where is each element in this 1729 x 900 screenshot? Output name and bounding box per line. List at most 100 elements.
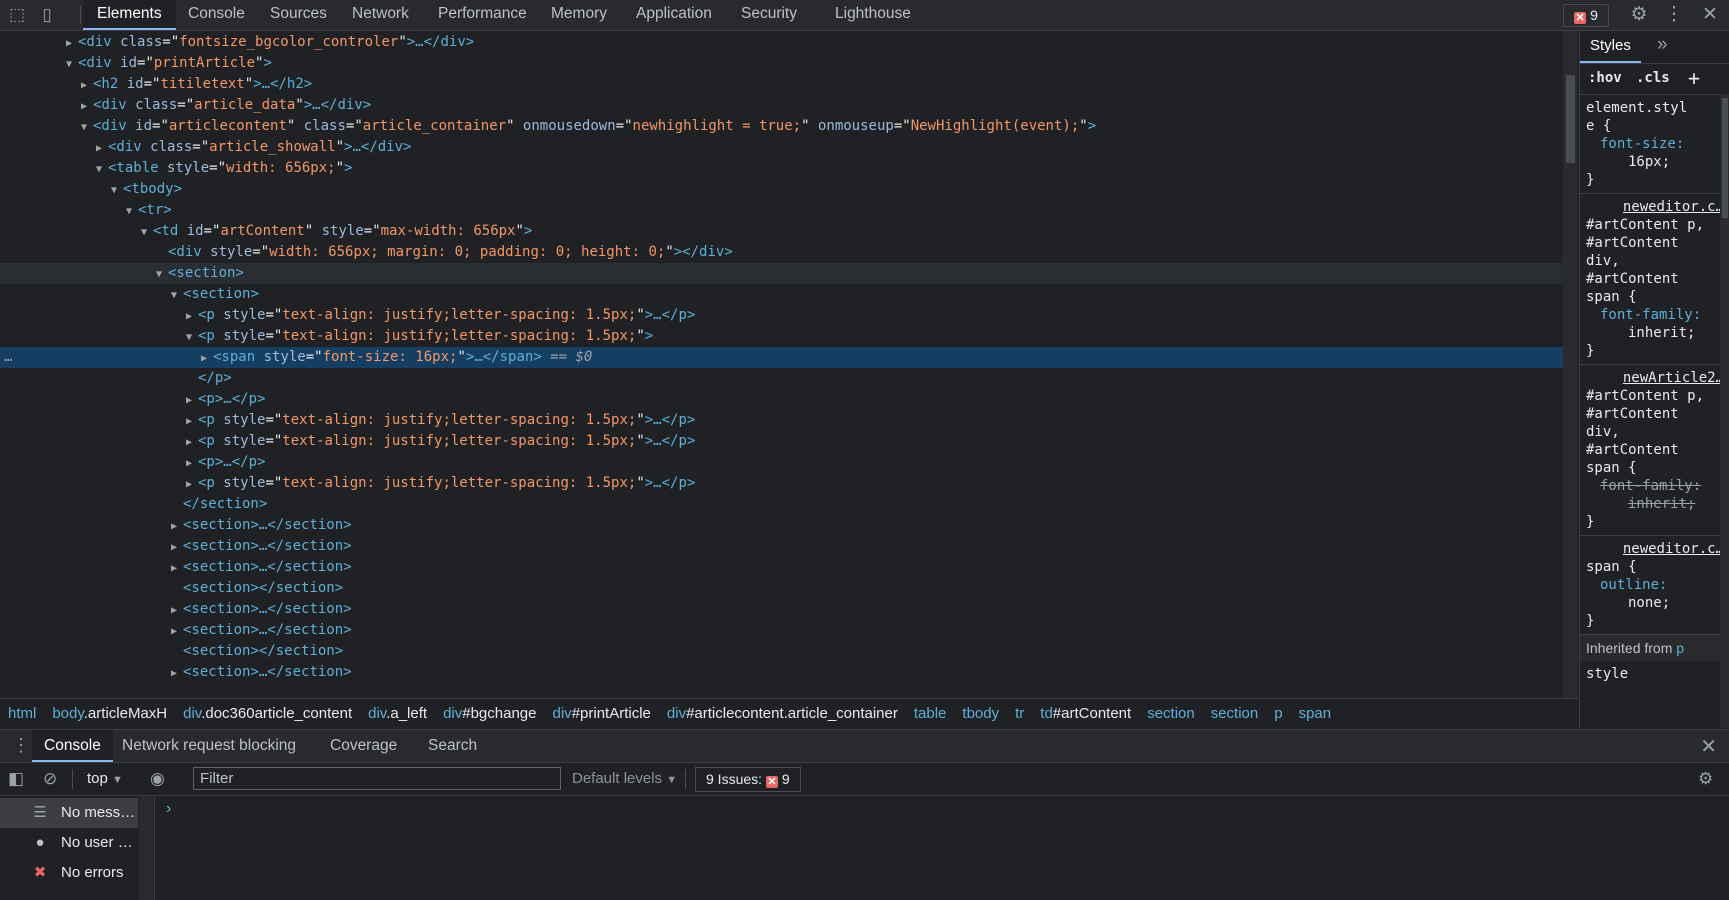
clear-console-icon[interactable]: ⊘ bbox=[43, 768, 57, 790]
tab-elements[interactable]: Elements bbox=[83, 0, 176, 30]
expand-triangle-icon[interactable]: ▶ bbox=[66, 33, 78, 54]
expand-triangle-icon[interactable]: ▶ bbox=[171, 558, 183, 579]
collapse-triangle-icon[interactable]: ▼ bbox=[141, 222, 153, 243]
dom-node-row[interactable]: <section></section> bbox=[0, 641, 1563, 662]
tag-attribute[interactable]: style="text-align: justify;letter-spacin… bbox=[215, 475, 644, 491]
style-rule[interactable]: newArticle2… #artContent p, #artContent d… bbox=[1580, 365, 1729, 536]
console-filter-input[interactable] bbox=[193, 767, 561, 790]
tag-attribute[interactable]: style="width: 656px;" bbox=[159, 160, 344, 176]
tag-attribute[interactable]: style="text-align: justify;letter-spacin… bbox=[215, 412, 644, 428]
inspect-element-icon[interactable]: ⬚ bbox=[6, 4, 28, 26]
style-property[interactable]: outline: none; bbox=[1586, 576, 1724, 612]
live-expression-eye-icon[interactable]: ◉ bbox=[150, 768, 165, 790]
expand-triangle-icon[interactable]: ▶ bbox=[186, 432, 198, 453]
tag-attribute[interactable]: class="article_showall" bbox=[142, 139, 344, 155]
tag-attribute[interactable]: onmouseup="NewHighlight(event);" bbox=[810, 118, 1088, 134]
collapse-triangle-icon[interactable]: ▼ bbox=[171, 285, 183, 306]
more-options-icon[interactable]: ⋮ bbox=[1662, 2, 1686, 28]
tag-attribute[interactable]: id="artContent" bbox=[178, 223, 313, 239]
dom-node-row[interactable]: ▶ <p style="text-align: justify;letter-sp… bbox=[0, 410, 1563, 431]
expand-triangle-icon[interactable]: ▶ bbox=[171, 663, 183, 684]
tag-attribute[interactable]: class="article_data" bbox=[127, 97, 304, 113]
sidebar-item-user-messages[interactable]: ● No user … bbox=[0, 828, 138, 858]
tag-attribute[interactable]: class="article_container" bbox=[295, 118, 515, 134]
sidebar-toggle-icon[interactable]: ◧ bbox=[8, 768, 24, 790]
dom-node-row[interactable]: ▶ <p>…</p> bbox=[0, 389, 1563, 410]
tag-attribute[interactable]: style="text-align: justify;letter-spacin… bbox=[215, 307, 644, 323]
tab-console[interactable]: Console bbox=[174, 0, 259, 30]
tag-attribute[interactable]: onmousedown="newhighlight = true;" bbox=[515, 118, 810, 134]
dom-node-row[interactable]: </section> bbox=[0, 494, 1563, 515]
dom-node-row[interactable]: ▶ <p>…</p> bbox=[0, 452, 1563, 473]
rule-source-link[interactable]: neweditor.c… bbox=[1586, 198, 1724, 216]
dom-node-row[interactable]: ▼ <tbody> bbox=[0, 179, 1563, 200]
console-settings-gear-icon[interactable]: ⚙ bbox=[1698, 768, 1713, 790]
scrollbar-thumb[interactable] bbox=[1566, 75, 1575, 163]
dom-node-row[interactable]: ▶ <h2 id="titiletext">…</h2> bbox=[0, 74, 1563, 95]
tab-performance[interactable]: Performance bbox=[424, 0, 541, 30]
expand-triangle-icon[interactable]: ▶ bbox=[186, 411, 198, 432]
dom-node-row[interactable]: ▶ <section>…</section> bbox=[0, 662, 1563, 683]
tag-attribute[interactable]: class="fontsize_bgcolor_controler" bbox=[112, 34, 407, 50]
sidebar-scrollbar[interactable] bbox=[139, 796, 153, 900]
expand-triangle-icon[interactable]: ▶ bbox=[186, 390, 198, 411]
breadcrumb-item[interactable]: td#artContent bbox=[1032, 699, 1139, 729]
rule-source-link[interactable]: newArticle2… bbox=[1586, 369, 1724, 387]
collapse-triangle-icon[interactable]: ▼ bbox=[126, 201, 138, 222]
collapse-triangle-icon[interactable]: ▼ bbox=[156, 264, 168, 285]
expand-triangle-icon[interactable]: ▶ bbox=[81, 96, 93, 117]
dom-node-row[interactable]: ▶ <div class="article_showall">…</div> bbox=[0, 137, 1563, 158]
collapse-triangle-icon[interactable]: ▼ bbox=[66, 54, 78, 75]
scrollbar-thumb[interactable] bbox=[1722, 98, 1728, 218]
dom-node-row[interactable]: </p> bbox=[0, 368, 1563, 389]
dom-node-row[interactable]: ▶ <div class="article_data">…</div> bbox=[0, 95, 1563, 116]
style-property[interactable]: font-size: 16px; bbox=[1586, 135, 1724, 171]
breadcrumb-item[interactable]: div#articlecontent.article_container bbox=[659, 699, 906, 729]
tag-attribute[interactable]: id="articlecontent" bbox=[127, 118, 295, 134]
tag-attribute[interactable]: style="font-size: 16px;" bbox=[255, 349, 466, 365]
more-tabs-chevron-icon[interactable]: » bbox=[1657, 34, 1668, 56]
device-toolbar-icon[interactable]: ▯ bbox=[36, 4, 58, 26]
tag-attribute[interactable]: style="text-align: justify;letter-spacin… bbox=[215, 328, 644, 344]
breadcrumb-item[interactable]: section bbox=[1139, 699, 1203, 729]
expand-triangle-icon[interactable]: ▶ bbox=[171, 516, 183, 537]
breadcrumb-item[interactable]: p bbox=[1266, 699, 1290, 729]
dom-node-row[interactable]: ▼ <p style="text-align: justify;letter-sp… bbox=[0, 326, 1563, 347]
tag-attribute[interactable]: id="titiletext" bbox=[118, 76, 253, 92]
expand-triangle-icon[interactable]: ▶ bbox=[81, 75, 93, 96]
drawer-tab-console[interactable]: Console bbox=[32, 730, 113, 762]
tab-memory[interactable]: Memory bbox=[537, 0, 621, 30]
hov-toggle[interactable]: :hov bbox=[1588, 70, 1622, 86]
tag-attribute[interactable]: id="printArticle" bbox=[112, 55, 263, 71]
breadcrumb-item[interactable]: html bbox=[0, 699, 44, 729]
drawer-menu-icon[interactable]: ⋮ bbox=[12, 735, 30, 756]
dom-node-row[interactable]: ▶ <section>…</section> bbox=[0, 599, 1563, 620]
log-levels-dropdown[interactable]: Default levels ▼ bbox=[572, 768, 677, 791]
dom-node-row[interactable]: ▼ <div id="printArticle"> bbox=[0, 53, 1563, 74]
expand-triangle-icon[interactable]: ▶ bbox=[186, 306, 198, 327]
drawer-tab-coverage[interactable]: Coverage bbox=[318, 730, 409, 762]
sidebar-item-messages[interactable]: ☰ No mess… bbox=[0, 798, 138, 828]
styles-scrollbar[interactable] bbox=[1720, 94, 1729, 728]
settings-gear-icon[interactable]: ⚙ bbox=[1627, 2, 1651, 28]
breadcrumb-item[interactable]: div.doc360article_content bbox=[175, 699, 360, 729]
collapse-triangle-icon[interactable]: ▼ bbox=[81, 117, 93, 138]
dom-node-row[interactable]: <div style="width: 656px; margin: 0; pad… bbox=[0, 242, 1563, 263]
breadcrumb-item[interactable]: div#printArticle bbox=[545, 699, 659, 729]
expand-triangle-icon[interactable]: ▶ bbox=[96, 138, 108, 159]
style-rule[interactable]: neweditor.c… span {outline: none;} bbox=[1580, 536, 1729, 635]
style-rule[interactable]: element.styl e {font-size: 16px;} bbox=[1580, 95, 1729, 194]
inherited-link[interactable]: p bbox=[1676, 640, 1684, 656]
dom-node-row[interactable]: ▶ <section>…</section> bbox=[0, 536, 1563, 557]
expand-triangle-icon[interactable]: ▶ bbox=[186, 474, 198, 495]
rule-source-link[interactable]: neweditor.c… bbox=[1586, 540, 1724, 558]
dom-node-row[interactable]: ▶ <p style="text-align: justify;letter-sp… bbox=[0, 305, 1563, 326]
add-rule-plus-icon[interactable]: + bbox=[1688, 66, 1700, 90]
tag-attribute[interactable]: style="max-width: 656px" bbox=[313, 223, 524, 239]
issues-button[interactable]: 9 Issues: ✕ 9 bbox=[695, 767, 801, 792]
close-devtools-icon[interactable]: ✕ bbox=[1698, 2, 1722, 28]
node-actions-ellipsis-icon[interactable]: … bbox=[4, 347, 12, 368]
breadcrumb-item[interactable]: body.articleMaxH bbox=[44, 699, 175, 729]
tag-attribute[interactable]: style="text-align: justify;letter-spacin… bbox=[215, 433, 644, 449]
drawer-tab-search[interactable]: Search bbox=[416, 730, 489, 762]
